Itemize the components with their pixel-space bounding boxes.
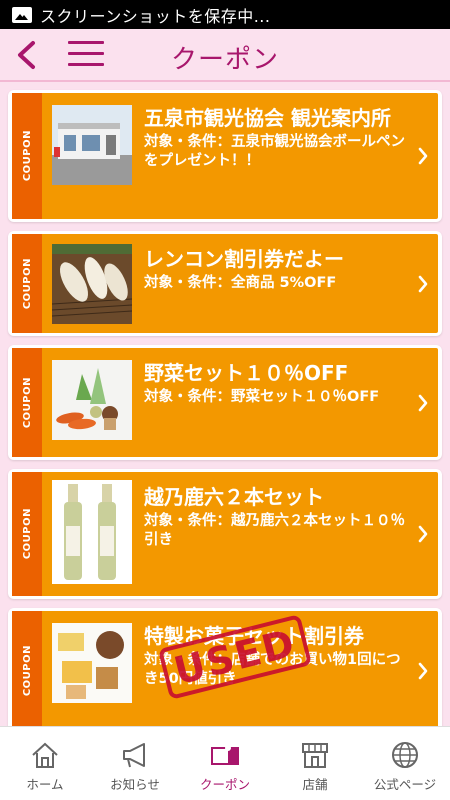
nav-label: 店舗 <box>302 777 328 792</box>
page-title: クーポン <box>170 45 279 75</box>
coupon-card[interactable]: COUPON 越乃鹿六２本セット 対象・条件：越乃鹿六２本セット１０％引き <box>8 469 442 599</box>
chevron-right-icon <box>418 394 428 412</box>
chevron-right-icon <box>418 275 428 293</box>
coupon-thumbnail <box>52 360 132 440</box>
coupon-title: 五泉市観光協会 観光案内所 <box>144 106 391 130</box>
coupon-tab: COUPON <box>12 348 42 457</box>
coupon-card[interactable]: COUPON レンコン割引券だよー 対象・条件：全商品 5%OFF <box>8 231 442 336</box>
screenshot-icon <box>12 6 32 23</box>
coupon-thumbnail <box>52 623 132 703</box>
nav-coupon[interactable]: クーポン <box>180 727 270 800</box>
coupon-condition: 対象・条件：全商品 5%OFF <box>144 275 337 291</box>
chevron-right-icon <box>418 662 428 680</box>
coupon-tab: COUPON <box>12 611 42 726</box>
nav-store[interactable]: 店舗 <box>270 727 360 800</box>
globe-icon <box>392 742 418 768</box>
coupon-card-used[interactable]: COUPON 特製お菓子セット割引券 対象・条件：店舗でのお買い物1回につき50… <box>8 608 442 726</box>
megaphone-icon <box>123 743 145 768</box>
nav-news[interactable]: お知らせ <box>90 727 180 800</box>
bottom-nav: ホーム お知らせ クーポン 店舗 公式ページ <box>0 726 450 800</box>
coupon-tab: COUPON <box>12 472 42 596</box>
coupon-tab: COUPON <box>12 93 42 219</box>
chevron-right-icon <box>418 147 428 165</box>
nav-label: 公式ページ <box>373 777 437 792</box>
nav-home[interactable]: ホーム <box>0 727 90 800</box>
coupon-card[interactable]: COUPON 野菜セット１０％OFF 対象・条件：野菜セット１０％OFF <box>8 345 442 460</box>
coupon-icon <box>211 745 239 765</box>
coupon-thumbnail <box>52 244 132 324</box>
chevron-right-icon <box>418 525 428 543</box>
nav-label: クーポン <box>199 777 250 792</box>
coupon-condition: 対象・条件：越乃鹿六２本セット１０％引き <box>144 513 405 548</box>
coupon-card[interactable]: COUPON 五泉市観光協会 観光案内所 対象・条件：五泉市観光協会ボールペンを… <box>8 90 442 222</box>
coupon-list[interactable]: COUPON 五泉市観光協会 観光案内所 対象・条件：五泉市観光協会ボールペンを… <box>0 84 450 726</box>
coupon-condition: 対象・条件：野菜セット１０％OFF <box>144 389 380 405</box>
coupon-title: 野菜セット１０％OFF <box>144 361 349 385</box>
store-icon <box>302 743 328 768</box>
nav-label: お知らせ <box>110 777 160 792</box>
home-icon <box>32 742 58 768</box>
nav-label: ホーム <box>26 777 64 792</box>
coupon-thumbnail <box>52 480 132 584</box>
coupon-condition: 対象・条件：五泉市観光協会ボールペンをプレゼント！！ <box>144 134 405 169</box>
status-text: スクリーンショットを保存中... <box>40 6 271 26</box>
nav-official[interactable]: 公式ページ <box>360 727 450 800</box>
coupon-thumbnail <box>52 105 132 185</box>
status-bar: スクリーンショットを保存中... <box>0 0 450 29</box>
coupon-title: レンコン割引券だよー <box>144 247 344 271</box>
coupon-tab: COUPON <box>12 234 42 333</box>
coupon-title: 越乃鹿六２本セット <box>144 485 324 509</box>
app-header: クーポン <box>0 29 450 82</box>
